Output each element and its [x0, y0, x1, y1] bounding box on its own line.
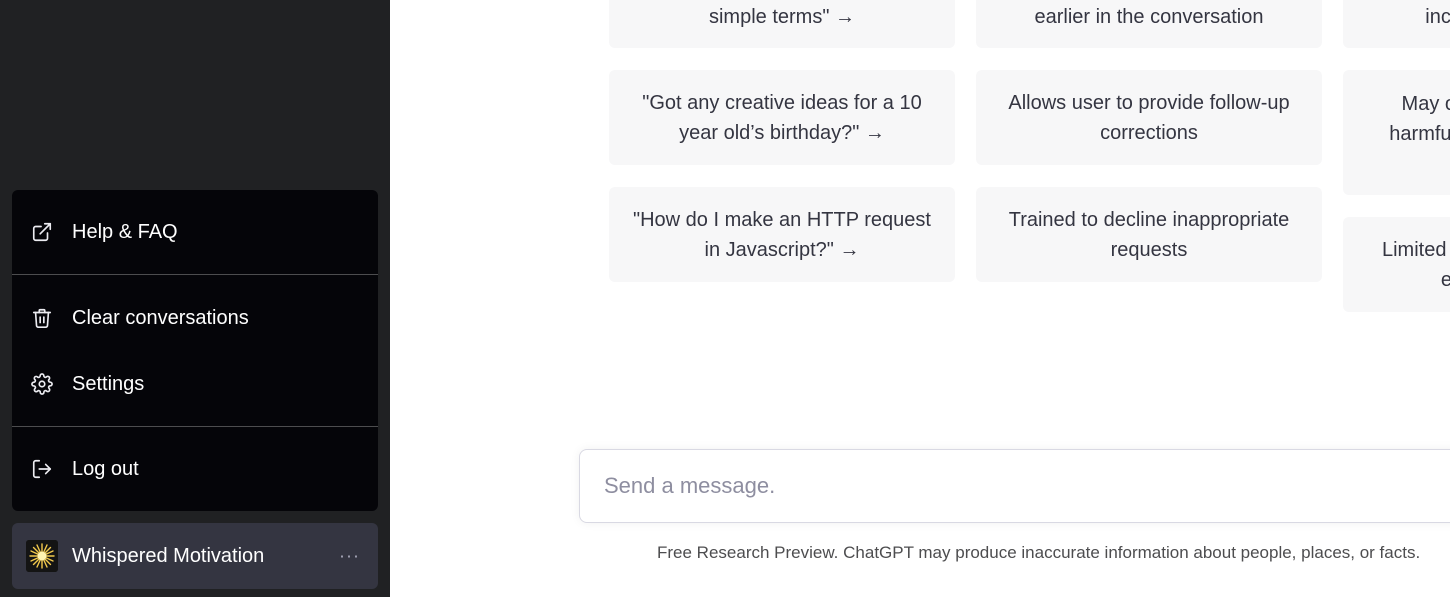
message-input-container — [579, 449, 1450, 523]
sidebar: Help & FAQ Clear conversations Settings … — [0, 0, 390, 597]
log-out-menu-item[interactable]: Log out — [12, 443, 378, 495]
example-text: simple terms" → — [708, 6, 855, 28]
capability-card: earlier in the conversation — [976, 0, 1322, 48]
capability-text: Trained to decline inappropriate request… — [1008, 208, 1290, 261]
gear-icon — [30, 372, 54, 396]
log-out-label: Log out — [72, 457, 139, 480]
log-out-icon — [30, 457, 54, 481]
example-card[interactable]: "Got any creative ideas for a 10 year ol… — [609, 70, 955, 165]
help-faq-menu-item[interactable]: Help & FAQ — [12, 206, 378, 258]
limitation-text: inco — [1425, 6, 1450, 28]
limitation-text: May o harmful — [1389, 93, 1450, 145]
limitation-card: Limited k ev — [1343, 217, 1450, 312]
avatar — [26, 540, 58, 572]
external-link-icon — [30, 220, 54, 244]
limitation-text: Limited k ev — [1381, 238, 1450, 291]
example-text: "Got any creative ideas for a 10 year ol… — [642, 91, 922, 144]
help-faq-label: Help & FAQ — [72, 220, 178, 243]
capability-card: Allows user to provide follow-up correct… — [976, 70, 1322, 165]
menu-divider — [12, 274, 378, 275]
settings-label: Settings — [72, 372, 145, 395]
clear-conversations-menu-item[interactable]: Clear conversations — [12, 292, 378, 344]
disclaimer-text: Free Research Preview. ChatGPT may produ… — [657, 543, 1421, 562]
user-name: Whispered Motivation — [72, 544, 265, 567]
example-text: "How do I make an HTTP request in Javasc… — [633, 208, 931, 261]
capability-card: Trained to decline inappropriate request… — [976, 187, 1322, 282]
trash-icon — [30, 306, 54, 330]
clear-conversations-label: Clear conversations — [72, 306, 249, 329]
more-options-icon[interactable]: ··· — [339, 546, 360, 567]
settings-menu-item[interactable]: Settings — [12, 358, 378, 410]
menu-divider — [12, 426, 378, 427]
limitation-card: May o harmful — [1343, 70, 1450, 195]
capability-text: Allows user to provide follow-up correct… — [1008, 91, 1290, 144]
limitation-card: inco — [1343, 0, 1450, 48]
example-card[interactable]: "How do I make an HTTP request in Javasc… — [609, 187, 955, 282]
capability-text: earlier in the conversation — [1034, 6, 1264, 28]
user-account-button[interactable]: Whispered Motivation ··· — [12, 523, 378, 589]
user-menu: Help & FAQ Clear conversations Settings … — [12, 190, 378, 511]
message-input[interactable] — [604, 450, 1444, 522]
sunburst-avatar-icon — [26, 540, 58, 572]
example-card[interactable]: simple terms" → — [609, 0, 955, 48]
